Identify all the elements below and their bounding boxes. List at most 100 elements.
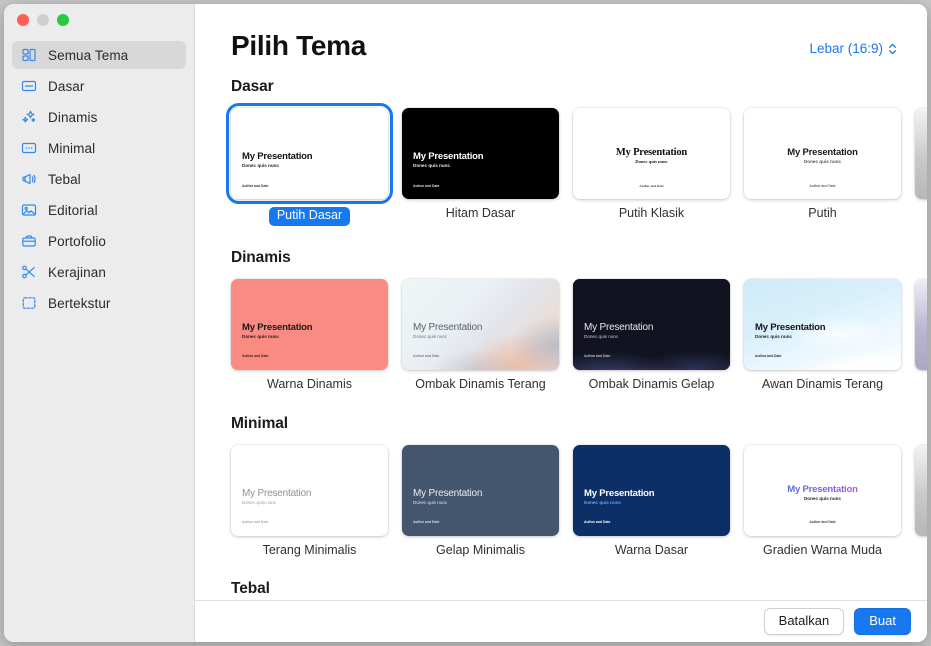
sidebar-item-label: Editorial (48, 202, 98, 218)
slide-title: My Presentation (926, 152, 927, 162)
theme-thumbnail[interactable]: My PresentationDonec quis nuncAuthor and… (573, 444, 730, 536)
theme-cell-partial[interactable]: My Presentation Donec quis nunc Author and… (915, 444, 927, 558)
slide-content: My PresentationDonec quis nuncAuthor and… (231, 279, 388, 370)
sidebar-item-tebal[interactable]: Tebal (12, 165, 186, 193)
close-button[interactable] (17, 14, 29, 26)
slide-preview: My PresentationDonec quis nunc Author and… (744, 278, 901, 370)
theme-section: Minimal My Presentation Donec quis nunc Aut… (231, 415, 927, 558)
theme-label: Warna Dasar (614, 542, 689, 557)
sidebar-list: Semua Tema Dasar Dinamis Minimal Tebal E… (4, 36, 194, 320)
theme-thumbnail[interactable]: My PresentationDonec quis nuncAuthor and… (573, 108, 730, 199)
theme-label (915, 378, 927, 392)
slide-title: My Presentation (755, 484, 890, 495)
minimize-button[interactable] (37, 14, 49, 26)
slide-content: My PresentationDonec quis nuncAuthor and… (402, 445, 559, 536)
slide-preview: My PresentationDonec quis nunc Author and… (231, 278, 388, 370)
sidebar-item-editorial[interactable]: Editorial (12, 196, 186, 224)
slide-subtitle: Donec quis nunc (584, 333, 619, 339)
aspect-ratio-select[interactable]: Lebar (16:9) (809, 41, 897, 56)
sidebar-item-dinamis[interactable]: Dinamis (12, 103, 186, 131)
slide-title: My Presentation (615, 147, 688, 158)
theme-cell-partial[interactable]: My Presentation Donec quis nunc Author and… (915, 108, 927, 221)
theme-thumbnail[interactable]: My PresentationDonec quis nuncAuthor and… (402, 278, 559, 370)
theme-cell[interactable]: My Presentation Donec quis nunc Author and… (231, 444, 388, 558)
slide-title: My Presentation (413, 151, 484, 162)
theme-thumbnail[interactable]: My PresentationDonec quis nuncAuthor and… (744, 108, 901, 199)
theme-cell[interactable]: My Presentation Donec quis nunc Author and… (573, 108, 730, 221)
slide-footer: Author and Date (639, 183, 664, 188)
theme-thumbnail[interactable]: My PresentationDonec quis nuncAuthor and… (915, 278, 927, 370)
theme-thumbnail[interactable]: My PresentationDonec quis nuncAuthor and… (402, 108, 559, 199)
theme-cell[interactable]: My Presentation Donec quis nunc Author and… (573, 278, 730, 392)
sidebar-item-minimal[interactable]: Minimal (12, 134, 186, 162)
cancel-button[interactable]: Batalkan (763, 607, 845, 636)
sidebar-item-label: Dasar (48, 78, 85, 94)
sidebar-item-dasar[interactable]: Dasar (12, 72, 186, 100)
slide-content: My PresentationDonec quis nuncAuthor and… (402, 108, 559, 199)
theme-label: Putih (808, 206, 837, 220)
theme-label-selected: Putih Dasar (268, 207, 351, 226)
theme-cell[interactable]: My Presentation Donec quis nunc Author and… (402, 278, 559, 392)
theme-row[interactable]: My Presentation Donec quis nunc Author and… (231, 278, 927, 392)
theme-cell-partial[interactable]: My Presentation Donec quis nunc Author and… (915, 278, 927, 392)
slide-subtitle: Donec quis nunc (242, 333, 280, 339)
zoom-button[interactable] (57, 14, 69, 26)
window-controls (4, 4, 194, 36)
slide-content: My PresentationDonec quis nuncAuthor and… (573, 445, 730, 536)
theme-label (915, 544, 927, 558)
theme-label: Hitam Dasar (445, 206, 516, 220)
theme-cell[interactable]: My Presentation Donec quis nunc Author and… (744, 278, 901, 392)
theme-scroll-area[interactable]: Dasar My Presentation Donec quis nunc Autho… (195, 60, 927, 600)
theme-thumbnail[interactable]: My PresentationDonec quis nunc Author and… (744, 444, 901, 536)
slide-content: My PresentationDonec quis nuncAuthor and… (231, 108, 388, 199)
slide-preview: My PresentationDonec quis nunc Author and… (402, 108, 559, 199)
slide-content: My PresentationDonec quis nuncAuthor and… (915, 108, 927, 199)
theme-cell[interactable]: My Presentation Donec quis nunc Author and… (402, 444, 559, 558)
grid-icon (20, 46, 38, 64)
theme-thumbnail[interactable]: My PresentationDonec quis nuncAuthor and… (231, 444, 388, 536)
theme-row[interactable]: My Presentation Donec quis nunc Author and… (231, 444, 927, 558)
slide-preview: My PresentationDonec quis nunc Author and… (402, 278, 559, 370)
theme-label: Putih Dasar (231, 207, 388, 226)
choose-theme-window: Semua Tema Dasar Dinamis Minimal Tebal E… (4, 4, 927, 642)
create-button[interactable]: Buat (854, 607, 911, 636)
theme-cell[interactable]: My Presentation Donec quis nunc Author and… (231, 278, 388, 392)
theme-row[interactable]: My Presentation Donec quis nunc Author and… (226, 103, 927, 226)
sidebar-item-label: Tebal (48, 171, 81, 187)
slide-content: My PresentationDonec quis nuncAuthor and… (402, 279, 559, 370)
theme-section: Dinamis My Presentation Donec quis nunc Aut… (231, 249, 927, 392)
section-title: Tebal (231, 580, 270, 598)
slide-content: My PresentationDonec quis nuncAuthor and… (573, 279, 730, 370)
slide-subtitle: Donec quis nunc (803, 495, 841, 501)
slide-title: My Presentation (413, 487, 483, 499)
theme-cell[interactable]: My Presentation Donec quis nunc Author and… (744, 444, 901, 558)
theme-thumbnail[interactable]: My PresentationDonec quis nuncAuthor and… (573, 278, 730, 370)
sidebar-item-bertekstur[interactable]: Bertekstur (12, 289, 186, 317)
theme-thumbnail[interactable]: My PresentationDonec quis nuncAuthor and… (231, 278, 388, 370)
sidebar-item-label: Semua Tema (48, 47, 129, 63)
theme-cell[interactable]: My Presentation Donec quis nunc Author and… (744, 108, 901, 221)
slide-preview: My PresentationDonec quis nunc Author and… (402, 444, 559, 536)
theme-thumbnail[interactable]: My PresentationDonec quis nuncAuthor and… (402, 444, 559, 536)
theme-cell[interactable]: My Presentation Donec quis nunc Author and… (573, 444, 730, 558)
sidebar: Semua Tema Dasar Dinamis Minimal Tebal E… (4, 4, 195, 642)
slide-title: My Presentation (584, 487, 655, 499)
slide-footer: Author and Date (809, 520, 836, 525)
sidebar-item-portofolio[interactable]: Portofolio (12, 227, 186, 255)
slide-footer: Author and Date (413, 183, 440, 188)
theme-thumbnail[interactable]: My PresentationDonec quis nuncAuthor and… (915, 444, 927, 536)
theme-thumbnail[interactable]: My PresentationDonec quis nuncAuthor and… (915, 108, 927, 199)
megaphone-icon (20, 170, 38, 188)
slide-preview: My PresentationDonec quis nunc Author and… (231, 444, 388, 536)
scissors-icon (20, 263, 38, 281)
sidebar-item-label: Kerajinan (48, 264, 106, 280)
theme-thumbnail[interactable]: My PresentationDonec quis nuncAuthor and… (226, 103, 393, 204)
sidebar-item-kerajinan[interactable]: Kerajinan (12, 258, 186, 286)
section-title: Minimal (231, 414, 289, 432)
theme-thumbnail[interactable]: My PresentationDonec quis nuncAuthor and… (744, 278, 901, 370)
section-title: Dasar (231, 78, 274, 95)
theme-label: Gradien Warna Muda (762, 542, 883, 557)
sidebar-item-semua-tema[interactable]: Semua Tema (12, 41, 186, 69)
theme-cell[interactable]: My Presentation Donec quis nunc Author and… (226, 103, 393, 226)
theme-cell[interactable]: My Presentation Donec quis nunc Author and… (402, 108, 559, 221)
